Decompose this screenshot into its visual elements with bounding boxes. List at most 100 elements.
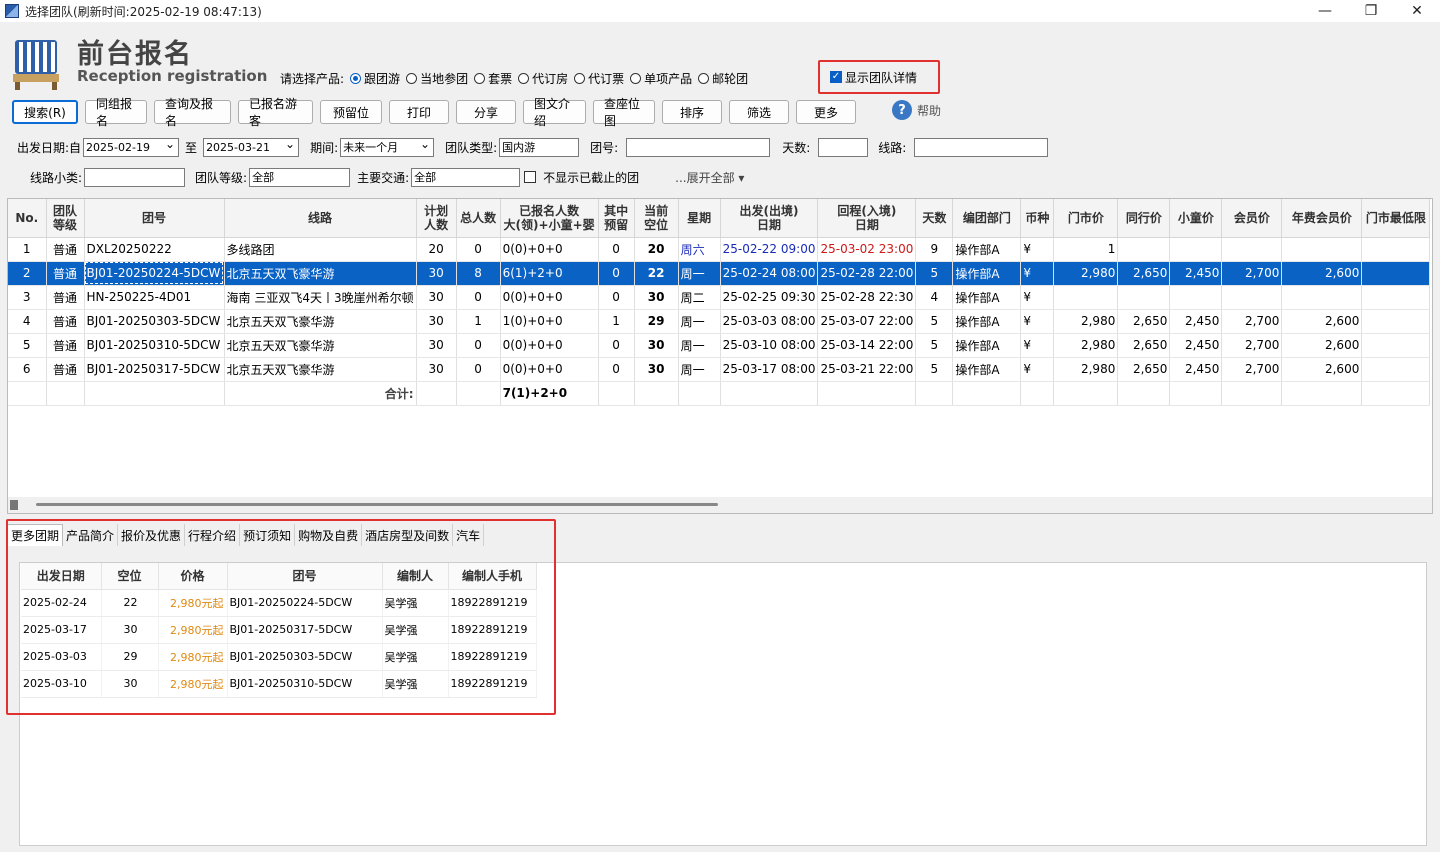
table-cell (952, 381, 1022, 406)
table-cell: 25-03-02 23:00 (817, 237, 917, 262)
table-cell: 18922891219 (448, 643, 537, 671)
radio-dot (518, 73, 530, 84)
scroll-left-icon[interactable] (10, 500, 18, 510)
tab-4[interactable]: 预订须知 (240, 524, 296, 546)
scroll-thumb[interactable] (36, 503, 718, 506)
route-subtype-input[interactable] (84, 167, 186, 187)
table-cell (1169, 237, 1223, 262)
registered-tourists-button[interactable]: 已报名游客 (238, 97, 313, 128)
table-cell (84, 381, 225, 406)
tab-3[interactable]: 行程介绍 (185, 524, 241, 546)
tab-2[interactable]: 报价及优惠 (118, 524, 186, 546)
date-from-picker[interactable]: 2025-02-19 (83, 137, 180, 157)
team-grid: No. 团队 等级 团号 线路 计划 人数 总人数 已报名人数 大(领)+小童+婴 其中 预留… (7, 198, 1433, 514)
reserve-seat-button[interactable]: 预留位 (320, 100, 382, 124)
tab-5[interactable]: 购物及自费 (295, 524, 363, 546)
intro-button[interactable]: 图文介绍 (523, 97, 586, 128)
filter-button[interactable]: 筛选 (729, 100, 789, 124)
column-header[interactable]: 价格 (158, 563, 228, 590)
date-to-picker[interactable]: 2025-03-21 (203, 137, 300, 157)
column-header[interactable]: 编制人 (382, 563, 449, 590)
column-header[interactable]: 团号 (84, 199, 225, 238)
table-cell: 2025-03-03 (21, 643, 102, 671)
minimize-button[interactable]: — (1302, 0, 1348, 22)
share-button[interactable]: 分享 (456, 100, 516, 124)
column-header[interactable]: 团号 (227, 563, 383, 590)
period-select[interactable]: 未来一个月 (340, 137, 435, 157)
column-header[interactable]: 回程(入境) 日期 (817, 199, 917, 238)
column-header[interactable]: 已报名人数 大(领)+小童+婴 (500, 199, 599, 238)
radio-product-2[interactable]: 套票 (474, 70, 512, 87)
horizontal-scrollbar[interactable] (8, 497, 1432, 513)
radio-product-4[interactable]: 代订票 (574, 70, 624, 87)
column-header[interactable]: 会员价 (1221, 199, 1283, 238)
column-header[interactable]: 团队 等级 (46, 199, 85, 238)
table-row[interactable]: 6 普通 BJ01-20250317-5DCW 北京五天双飞豪华游 30 0 0(0)+0+… (8, 357, 1431, 382)
table-row[interactable]: 3 普通 HN-250225-4D01 海南 三亚双飞4天丨3晚崖州希尔顿 30 0 0(0… (8, 285, 1431, 310)
radio-product-6[interactable]: 邮轮团 (698, 70, 748, 87)
column-header[interactable]: 门市价 (1053, 199, 1119, 238)
show-detail-label: 显示团队详情 (845, 70, 918, 85)
close-button[interactable]: ✕ (1394, 0, 1440, 22)
column-header[interactable]: 编团部门 (952, 199, 1022, 238)
column-header[interactable]: 币种 (1020, 199, 1055, 238)
column-header[interactable]: 计划 人数 (416, 199, 457, 238)
column-header[interactable]: 线路 (224, 199, 417, 238)
column-header[interactable]: 总人数 (456, 199, 501, 238)
radio-product-5[interactable]: 单项产品 (630, 70, 692, 87)
column-header[interactable]: 年费会员价 (1281, 199, 1363, 238)
tab-6[interactable]: 酒店房型及间数 (362, 524, 454, 546)
team-type-field[interactable]: 国内游 (499, 137, 580, 157)
route-input[interactable] (914, 137, 1049, 157)
list-item[interactable]: 2025-02-24 22 2,980元起 BJ01-20250224-5DCW 吴学强… (21, 589, 537, 617)
table-row[interactable]: 1 普通 DXL20250222 多线路团 20 0 0(0)+0+0 0 20 周六 25-02-… (8, 237, 1431, 262)
radio-product-1[interactable]: 当地参团 (406, 70, 468, 87)
table-cell: ¥ (1020, 237, 1055, 262)
table-row[interactable]: 2 普通 BJ01-20250224-5DCW 北京五天双飞豪华游 30 8 6(1)+2+… (8, 261, 1431, 286)
column-header[interactable]: 出发日期 (21, 563, 102, 590)
radio-product-3[interactable]: 代订房 (518, 70, 568, 87)
table-cell: 北京五天双飞豪华游 (224, 309, 417, 334)
column-header[interactable]: 当前 空位 (634, 199, 679, 238)
show-detail-checkbox[interactable]: ✓ 显示团队详情 (818, 60, 940, 94)
transport-field[interactable]: 全部 (411, 167, 521, 187)
list-item[interactable]: 2025-03-10 30 2,980元起 BJ01-20250310-5DCW 吴学强… (21, 670, 537, 698)
table-row[interactable]: 4 普通 BJ01-20250303-5DCW 北京五天双飞豪华游 30 1 1(0)+0+… (8, 309, 1431, 334)
group-signup-button[interactable]: 同组报名 (85, 97, 147, 128)
search-button[interactable]: 搜索(R) (12, 100, 78, 124)
more-button[interactable]: 更多 (796, 100, 856, 124)
table-row[interactable]: 5 普通 BJ01-20250310-5DCW 北京五天双飞豪华游 30 0 0(0)+0+… (8, 333, 1431, 358)
days-input[interactable] (818, 137, 869, 157)
maximize-button[interactable]: ❐ (1348, 0, 1394, 22)
print-button[interactable]: 打印 (389, 100, 449, 124)
table-cell: 22 (101, 589, 159, 617)
column-header[interactable]: 空位 (101, 563, 159, 590)
column-header[interactable]: 编制人手机 (448, 563, 537, 590)
column-header[interactable]: 小童价 (1169, 199, 1223, 238)
column-header[interactable]: 出发(出境) 日期 (720, 199, 819, 238)
column-header[interactable]: 其中 预留 (598, 199, 635, 238)
column-header[interactable]: 星期 (678, 199, 721, 238)
radio-product-0[interactable]: 跟团游 (350, 70, 400, 87)
query-signup-button[interactable]: 查询及报名 (154, 97, 231, 128)
help-link[interactable]: ? 帮助 (892, 100, 941, 120)
sort-button[interactable]: 排序 (662, 100, 722, 124)
column-header[interactable]: No. (8, 199, 47, 238)
tab-0[interactable]: 更多团期 (7, 524, 64, 546)
list-item[interactable]: 2025-03-17 30 2,980元起 BJ01-20250317-5DCW 吴学强… (21, 616, 537, 644)
hide-closed-checkbox[interactable] (524, 171, 537, 183)
seat-map-button[interactable]: 查座位图 (593, 97, 655, 128)
radio-label: 单项产品 (644, 72, 693, 86)
tab-7[interactable]: 汽车 (453, 524, 485, 546)
column-header[interactable]: 同行价 (1117, 199, 1171, 238)
list-item[interactable]: 2025-03-03 29 2,980元起 BJ01-20250303-5DCW 吴学强… (21, 643, 537, 671)
expand-all-link[interactable]: ...展开全部 ▾ (675, 169, 744, 186)
column-header[interactable]: 天数 (915, 199, 954, 238)
table-cell: 2,980元起 (158, 616, 228, 644)
product-label: 请选择产品: (280, 72, 345, 86)
column-header[interactable]: 门市最低限 (1361, 199, 1431, 238)
team-level-field[interactable]: 全部 (249, 167, 351, 187)
tab-1[interactable]: 产品简介 (63, 524, 119, 546)
team-no-input[interactable] (626, 137, 771, 157)
table-cell: 30 (101, 616, 159, 644)
